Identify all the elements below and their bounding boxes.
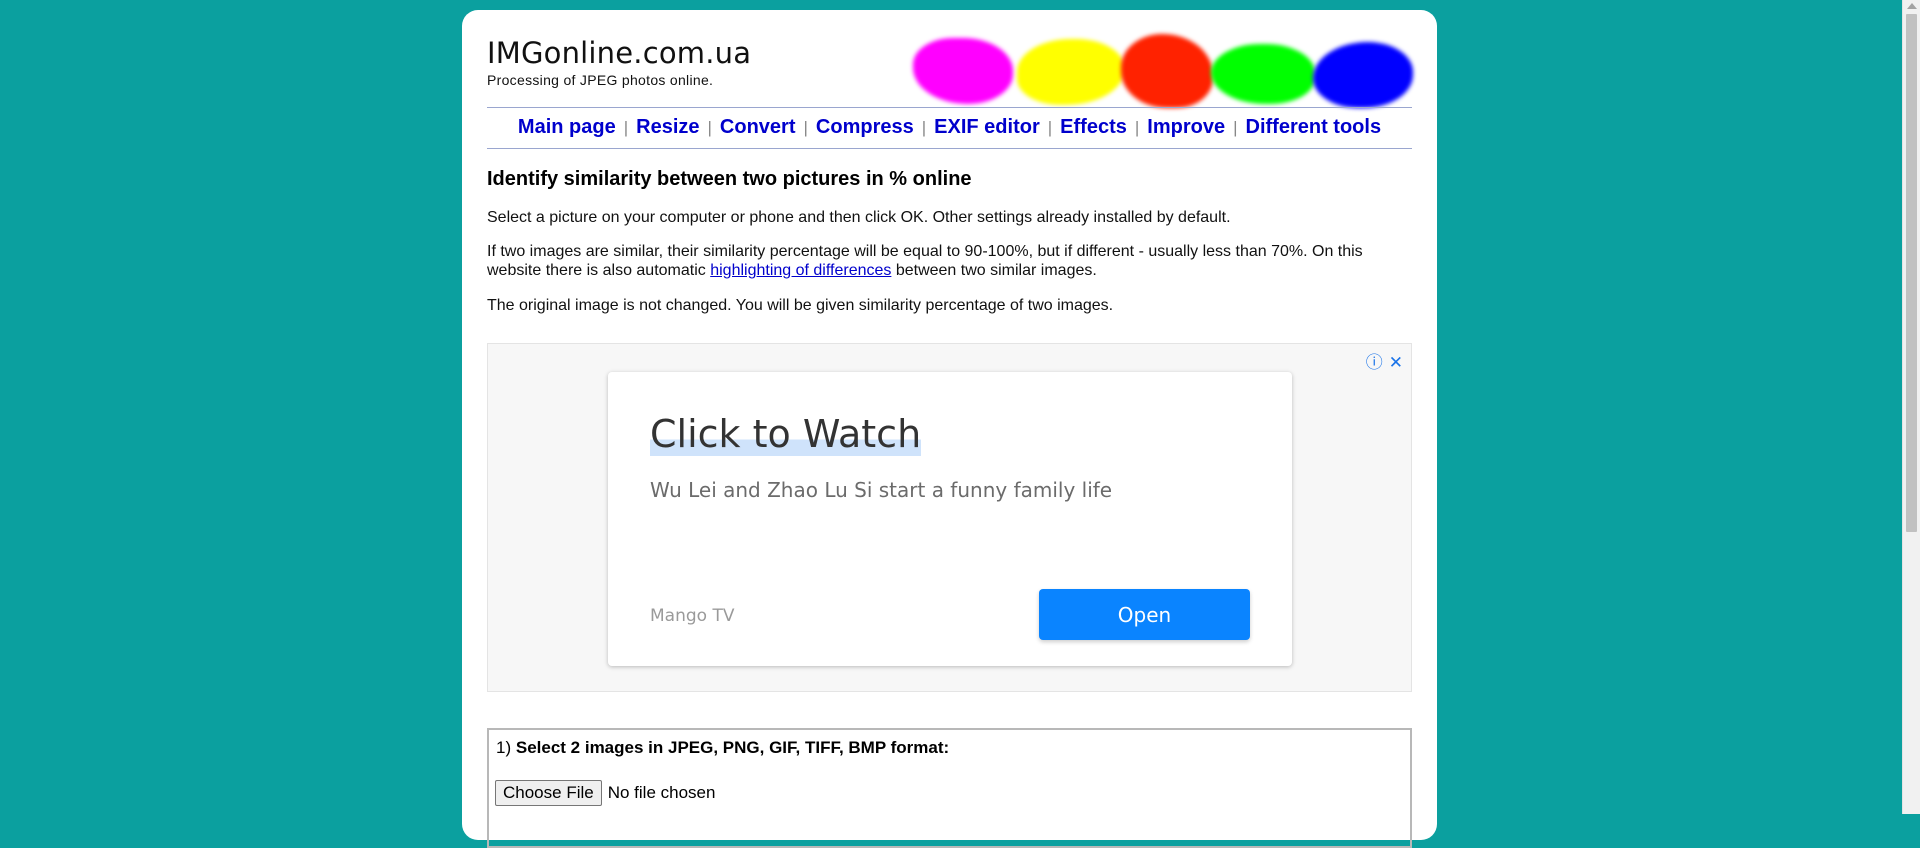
ad-subtitle: Wu Lei and Zhao Lu Si start a funny fami… [650,478,1113,502]
site-title[interactable]: IMGonline.com.ua [487,36,751,70]
nav-different-tools[interactable]: Different tools [1246,116,1382,138]
original-note-paragraph: The original image is not changed. You w… [487,297,1114,314]
nav-resize[interactable]: Resize [636,116,699,138]
nav-separator: | [1134,118,1140,137]
file-status-text: No file chosen [607,783,716,802]
nav-separator: | [1047,118,1053,137]
ad-controls: ⓘ ✕ [1360,348,1403,373]
green-blob [1211,44,1315,104]
ad-brand: Mango TV [650,606,735,626]
similarity-text-end: between two similar images. [891,262,1097,279]
nav-separator: | [921,118,927,137]
ad-card[interactable]: Click to Watch Wu Lei and Zhao Lu Si sta… [608,372,1292,666]
nav-improve[interactable]: Improve [1147,116,1225,138]
yellow-blob [1017,39,1125,105]
scroll-up-icon[interactable] [1907,3,1917,9]
similarity-paragraph: If two images are similar, their similar… [487,242,1412,280]
nav-separator: | [1233,118,1238,137]
step-1-label: 1) Select 2 images in JPEG, PNG, GIF, TI… [496,738,949,758]
file-input-row: Choose File No file chosen [495,780,715,806]
upload-form: 1) Select 2 images in JPEG, PNG, GIF, TI… [487,728,1412,848]
page-container: IMGonline.com.ua Processing of JPEG phot… [462,10,1437,848]
magenta-blob [913,38,1013,104]
red-blob [1121,34,1213,108]
nav-compress[interactable]: Compress [816,116,914,138]
nav-separator: | [803,118,808,137]
site-tagline: Processing of JPEG photos online. [487,72,714,88]
close-icon[interactable]: ✕ [1389,353,1403,372]
nav-main-page[interactable]: Main page [518,116,616,138]
ad-banner: ⓘ ✕ Click to Watch Wu Lei and Zhao Lu Si … [487,343,1412,692]
site-header: IMGonline.com.ua Processing of JPEG phot… [487,10,1413,108]
main-nav: Main page | Resize | Convert | Compress | EXIF e… [487,107,1412,149]
vertical-scrollbar[interactable] [1902,0,1920,814]
scrollbar-thumb[interactable] [1906,14,1917,532]
choose-file-button[interactable]: Choose File [495,780,602,806]
nav-effects[interactable]: Effects [1060,116,1127,138]
step-1-text: Select 2 images in JPEG, PNG, GIF, TIFF,… [515,738,950,757]
nav-separator: | [707,118,712,137]
blue-blob [1313,42,1413,108]
ad-title[interactable]: Click to Watch [650,412,922,456]
nav-separator: | [623,118,629,137]
page-title: Identify similarity between two pictures… [487,168,972,190]
nav-exif-editor[interactable]: EXIF editor [934,116,1040,138]
nav-convert[interactable]: Convert [720,116,796,138]
intro-paragraph: Select a picture on your computer or pho… [487,209,1231,226]
highlighting-differences-link[interactable]: highlighting of differences [710,262,891,279]
step-number: 1) [496,738,512,757]
info-icon[interactable]: ⓘ [1366,353,1383,372]
ad-open-button[interactable]: Open [1039,589,1250,640]
logo-color-blobs[interactable] [913,24,1418,114]
